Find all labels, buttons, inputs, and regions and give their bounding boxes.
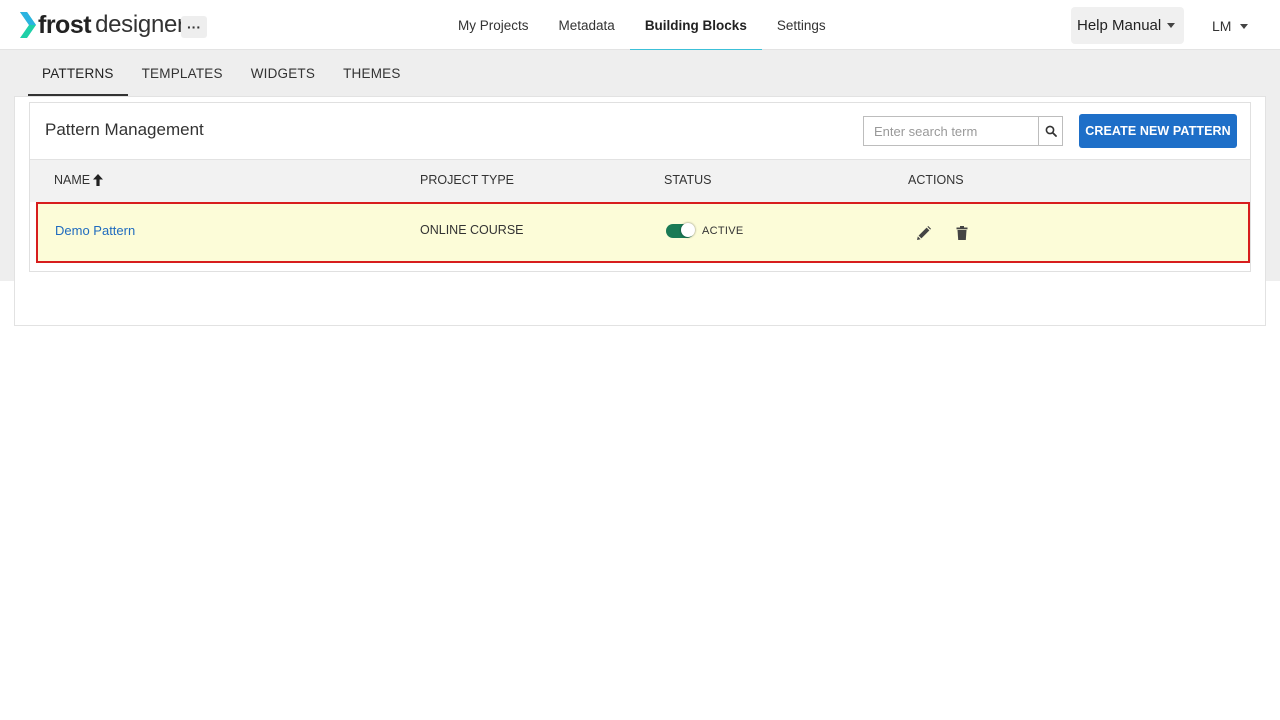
help-manual-label: Help Manual xyxy=(1077,17,1162,34)
pencil-icon xyxy=(917,226,931,240)
main-nav: My Projects Metadata Building Blocks Set… xyxy=(443,0,841,51)
building-blocks-tabs: PATTERNS TEMPLATES WIDGETS THEMES xyxy=(28,50,415,96)
table-row: Demo Pattern ONLINE COURSE ACTIVE xyxy=(36,202,1250,263)
logo-designer-text: designer xyxy=(95,11,185,38)
tab-patterns[interactable]: PATTERNS xyxy=(28,50,128,96)
column-header-name[interactable]: NAME xyxy=(54,173,104,187)
tab-templates[interactable]: TEMPLATES xyxy=(128,50,237,96)
project-type-cell: ONLINE COURSE xyxy=(420,223,524,237)
search-icon xyxy=(1045,125,1057,137)
status-toggle[interactable] xyxy=(666,223,695,238)
caret-down-icon xyxy=(1240,23,1249,29)
page-title: Pattern Management xyxy=(45,120,204,139)
user-initials: LM xyxy=(1212,18,1232,34)
nav-metadata[interactable]: Metadata xyxy=(544,0,630,50)
search-button[interactable] xyxy=(1038,117,1062,145)
trash-icon xyxy=(956,226,968,240)
actions-cell xyxy=(915,224,971,242)
pattern-name-link[interactable]: Demo Pattern xyxy=(55,223,135,238)
tab-themes[interactable]: THEMES xyxy=(329,50,414,96)
user-menu[interactable]: LM xyxy=(1212,17,1249,35)
tab-widgets[interactable]: WIDGETS xyxy=(237,50,329,96)
pattern-management-card: Pattern Management CREATE NEW PATTERN NA… xyxy=(29,102,1251,272)
pattern-name: Demo Pattern xyxy=(55,223,136,238)
column-header-status[interactable]: STATUS xyxy=(664,173,711,187)
sort-ascending-icon xyxy=(93,174,104,186)
nav-building-blocks[interactable]: Building Blocks xyxy=(629,0,762,51)
column-header-actions: ACTIONS xyxy=(908,173,964,187)
content-area: PATTERNS TEMPLATES WIDGETS THEMES Patter… xyxy=(0,50,1280,326)
column-header-name-label: NAME xyxy=(54,173,91,187)
status-cell: ACTIVE xyxy=(666,223,744,238)
delete-button[interactable] xyxy=(953,224,971,242)
nav-my-projects[interactable]: My Projects xyxy=(443,0,544,50)
caret-down-icon xyxy=(1167,23,1176,28)
top-header: frost designer ··· My Projects Metadata … xyxy=(0,0,1280,51)
nav-settings[interactable]: Settings xyxy=(762,0,841,50)
column-header-project-type[interactable]: PROJECT TYPE xyxy=(420,173,514,187)
create-new-pattern-button[interactable]: CREATE NEW PATTERN xyxy=(1079,114,1237,148)
logo-chevron-icon xyxy=(20,12,36,38)
edit-button[interactable] xyxy=(915,224,933,242)
status-label: ACTIVE xyxy=(702,225,744,237)
search-input[interactable] xyxy=(864,117,1038,145)
help-manual-dropdown[interactable]: Help Manual xyxy=(1071,7,1184,44)
frost-designer-logo[interactable]: frost designer xyxy=(20,10,185,40)
pattern-panel: Pattern Management CREATE NEW PATTERN NA… xyxy=(14,96,1266,326)
table-header: NAME PROJECT TYPE STATUS ACTIONS xyxy=(30,159,1250,202)
search-box xyxy=(863,116,1063,146)
more-options-button[interactable]: ··· xyxy=(181,16,207,38)
logo-frost-text: frost xyxy=(38,10,92,39)
